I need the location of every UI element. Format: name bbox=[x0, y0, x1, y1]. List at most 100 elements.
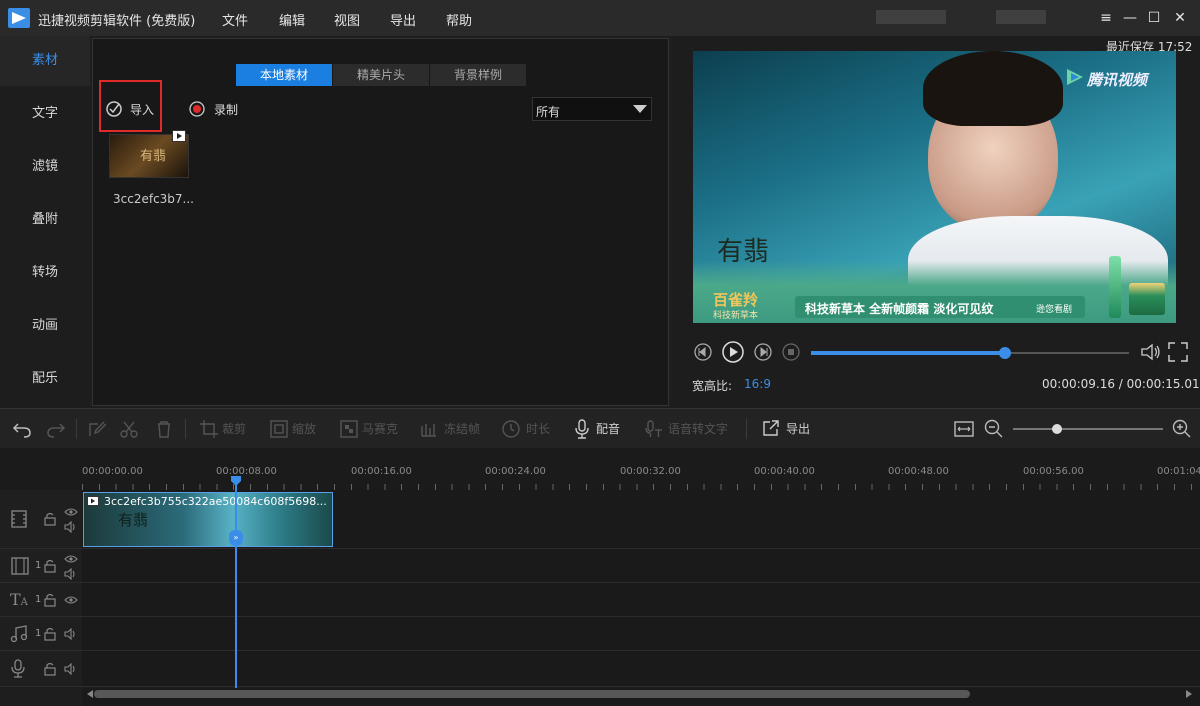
undo-icon[interactable] bbox=[12, 420, 32, 438]
preview-panel: 最近保存 17:52 腾讯视频 有翡 百雀羚 科技新草本 科技新草本 全新帧颜霜… bbox=[672, 36, 1200, 406]
crop-button[interactable]: 裁剪 bbox=[222, 420, 246, 437]
tab-local-media[interactable]: 本地素材 bbox=[236, 64, 332, 86]
timeline-ruler[interactable]: 00:00:00.00 00:00:08.00 00:00:16.00 00:0… bbox=[82, 460, 1200, 490]
ruler-label: 00:00:32.00 bbox=[620, 466, 681, 477]
next-frame-icon[interactable] bbox=[753, 342, 773, 362]
eye-icon[interactable] bbox=[64, 595, 78, 605]
zoom-slider-knob[interactable] bbox=[1052, 424, 1062, 434]
zoom-out-icon[interactable] bbox=[984, 419, 1004, 439]
fullscreen-icon[interactable] bbox=[1168, 342, 1188, 362]
menu-view[interactable]: 视图 bbox=[334, 10, 360, 29]
lock-icon[interactable] bbox=[44, 627, 56, 641]
sidebar-item-filter[interactable]: 滤镜 bbox=[0, 142, 90, 192]
export-button[interactable]: 导出 bbox=[786, 420, 810, 437]
toolbar-divider bbox=[185, 419, 186, 439]
cut-icon[interactable] bbox=[120, 420, 138, 438]
record-icon[interactable] bbox=[189, 101, 205, 117]
tab-backgrounds[interactable]: 背景样例 bbox=[430, 64, 526, 86]
play-icon[interactable] bbox=[721, 340, 745, 364]
video-clip[interactable]: 3cc2efc3b755c322ae50084c608f5698... 有翡 bbox=[83, 492, 333, 547]
aspect-ratio-value[interactable]: 16:9 bbox=[744, 377, 771, 391]
text-track-lane[interactable] bbox=[82, 583, 1200, 617]
duration-button[interactable]: 时长 bbox=[526, 420, 550, 437]
menu-file[interactable]: 文件 bbox=[222, 10, 248, 29]
sidebar-item-transition[interactable]: 转场 bbox=[0, 248, 90, 298]
media-filter-select[interactable]: 所有 bbox=[532, 97, 652, 121]
progress-knob[interactable] bbox=[998, 347, 1011, 359]
ad-product-jar bbox=[1129, 283, 1165, 315]
menu-edit[interactable]: 编辑 bbox=[279, 10, 305, 29]
title-bar: 迅捷视频剪辑软件 (免费版) 文件 编辑 视图 导出 帮助 ≡ — ☐ ✕ bbox=[0, 0, 1200, 36]
scroll-right-icon[interactable] bbox=[1186, 690, 1192, 698]
close-icon[interactable]: ✕ bbox=[1170, 8, 1190, 28]
mosaic-button[interactable]: 马赛克 bbox=[362, 420, 398, 437]
speaker-icon[interactable] bbox=[64, 663, 78, 675]
menu-help[interactable]: 帮助 bbox=[446, 10, 472, 29]
overlay-track-lane[interactable] bbox=[82, 549, 1200, 583]
film-icon bbox=[11, 510, 27, 528]
freeze-frame-button[interactable]: 冻结帧 bbox=[444, 420, 480, 437]
tab-intros[interactable]: 精美片头 bbox=[333, 64, 429, 86]
microphone-icon bbox=[575, 419, 589, 439]
playhead[interactable] bbox=[235, 478, 237, 690]
volume-icon[interactable] bbox=[1140, 342, 1162, 362]
track-number: 1 bbox=[35, 594, 42, 605]
speaker-icon[interactable] bbox=[64, 628, 78, 640]
sidebar-item-overlay[interactable]: 叠附 bbox=[0, 195, 90, 245]
sidebar-item-text[interactable]: 文字 bbox=[0, 89, 90, 139]
sidebar-item-animation[interactable]: 动画 bbox=[0, 301, 90, 351]
zoom-button[interactable]: 缩放 bbox=[292, 420, 316, 437]
edit-icon[interactable] bbox=[88, 420, 106, 438]
eye-icon[interactable] bbox=[64, 507, 78, 517]
app-logo-icon bbox=[8, 8, 30, 28]
record-button[interactable]: 录制 bbox=[214, 101, 238, 118]
track-number: 1 bbox=[35, 628, 42, 639]
clip-name: 3cc2efc3b755c322ae50084c608f5698... bbox=[104, 495, 327, 508]
ad-text-box: 科技新草本 全新帧颜霜 淡化可见纹 逊您看剧 bbox=[795, 296, 1085, 318]
video-track-header bbox=[0, 490, 82, 549]
zoom-in-icon[interactable] bbox=[1172, 419, 1192, 439]
redo-icon[interactable] bbox=[46, 420, 66, 438]
maximize-icon[interactable]: ☐ bbox=[1144, 8, 1164, 28]
menu-icon[interactable]: ≡ bbox=[1096, 8, 1116, 28]
delete-icon[interactable] bbox=[155, 420, 173, 438]
speaker-icon[interactable] bbox=[64, 521, 78, 533]
playhead-marker[interactable]: » bbox=[229, 530, 243, 546]
horizontal-scrollbar[interactable] bbox=[94, 690, 970, 698]
fit-timeline-icon[interactable] bbox=[954, 419, 974, 439]
eye-icon[interactable] bbox=[64, 554, 78, 564]
blurred-account-2 bbox=[996, 10, 1046, 24]
video-type-icon bbox=[172, 130, 186, 142]
ruler-label: 00:00:24.00 bbox=[485, 466, 546, 477]
menu-export[interactable]: 导出 bbox=[390, 10, 416, 29]
music-track-lane[interactable] bbox=[82, 617, 1200, 651]
timeline-toolbar: 裁剪 缩放 马赛克 冻结帧 时长 配音 语音转文字 导出 bbox=[0, 408, 1200, 448]
video-preview[interactable]: 腾讯视频 有翡 百雀羚 科技新草本 科技新草本 全新帧颜霜 淡化可见纹 逊您看剧 bbox=[693, 51, 1176, 323]
ad-brand: 百雀羚 bbox=[713, 291, 759, 309]
sidebar-item-music[interactable]: 配乐 bbox=[0, 354, 90, 404]
film-icon bbox=[11, 557, 29, 575]
lock-icon[interactable] bbox=[44, 593, 56, 607]
voiceover-button[interactable]: 配音 bbox=[596, 420, 620, 437]
speech-to-text-button[interactable]: 语音转文字 bbox=[668, 420, 728, 437]
chevron-down-icon bbox=[633, 105, 647, 113]
speech-to-text-icon bbox=[645, 420, 662, 437]
stop-icon[interactable] bbox=[781, 342, 801, 362]
sidebar-item-media[interactable]: 素材 bbox=[0, 36, 90, 86]
zoom-slider-track[interactable] bbox=[1013, 428, 1163, 430]
prev-frame-icon[interactable] bbox=[693, 342, 713, 362]
voiceover-track-lane[interactable] bbox=[82, 651, 1200, 687]
import-button[interactable]: 导入 bbox=[130, 101, 154, 118]
video-type-icon bbox=[87, 496, 99, 506]
import-icon[interactable] bbox=[105, 100, 123, 118]
mosaic-icon bbox=[340, 420, 358, 438]
speaker-icon[interactable] bbox=[64, 568, 78, 580]
ruler-label: 00:00:56.00 bbox=[1023, 466, 1084, 477]
lock-icon[interactable] bbox=[44, 662, 56, 676]
lock-icon[interactable] bbox=[44, 512, 56, 526]
scroll-left-icon[interactable] bbox=[87, 690, 93, 698]
crop-icon bbox=[200, 420, 218, 438]
tencent-video-watermark: 腾讯视频 bbox=[1087, 71, 1148, 89]
lock-icon[interactable] bbox=[44, 559, 56, 573]
minimize-icon[interactable]: — bbox=[1120, 8, 1140, 28]
